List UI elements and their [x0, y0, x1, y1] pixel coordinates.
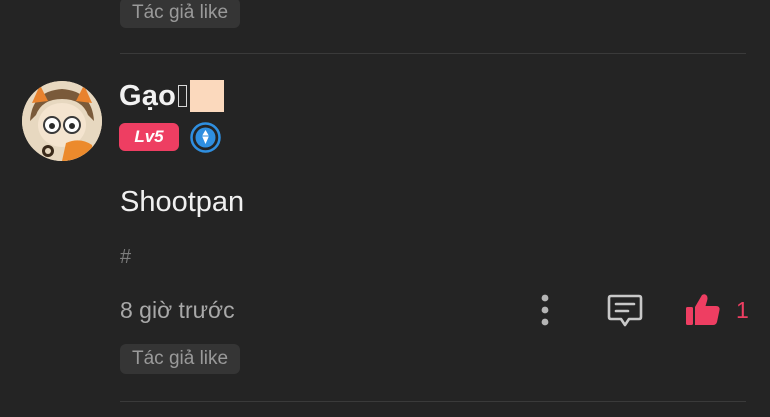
- missing-glyph: [178, 85, 187, 107]
- emoji-glyph: [190, 80, 224, 112]
- divider-top: [120, 53, 746, 54]
- like-button[interactable]: 1: [684, 290, 749, 330]
- hashtag[interactable]: #: [120, 246, 131, 269]
- avatar[interactable]: [22, 81, 102, 161]
- author-like-tag: Tác giả like: [120, 344, 241, 374]
- comment-thread: Tác giả like Gạo Lv5 Shootpan # 8 giờ tr…: [0, 0, 770, 417]
- author-like-tag-previous: Tác giả like: [120, 0, 241, 28]
- thumbs-up-icon: [686, 294, 720, 325]
- like-count: 1: [736, 296, 749, 323]
- username-row: Gạo: [119, 76, 224, 116]
- more-icon[interactable]: [530, 292, 560, 328]
- avatar-image: [22, 81, 102, 161]
- username[interactable]: Gạo: [119, 80, 176, 113]
- comment-text: Shootpan: [120, 186, 245, 218]
- verified-badge-icon: [190, 122, 221, 153]
- divider-bottom: [120, 401, 746, 402]
- timestamp: 8 giờ trước: [120, 297, 235, 323]
- level-badge: Lv5: [119, 123, 179, 151]
- reply-icon[interactable]: [605, 290, 645, 330]
